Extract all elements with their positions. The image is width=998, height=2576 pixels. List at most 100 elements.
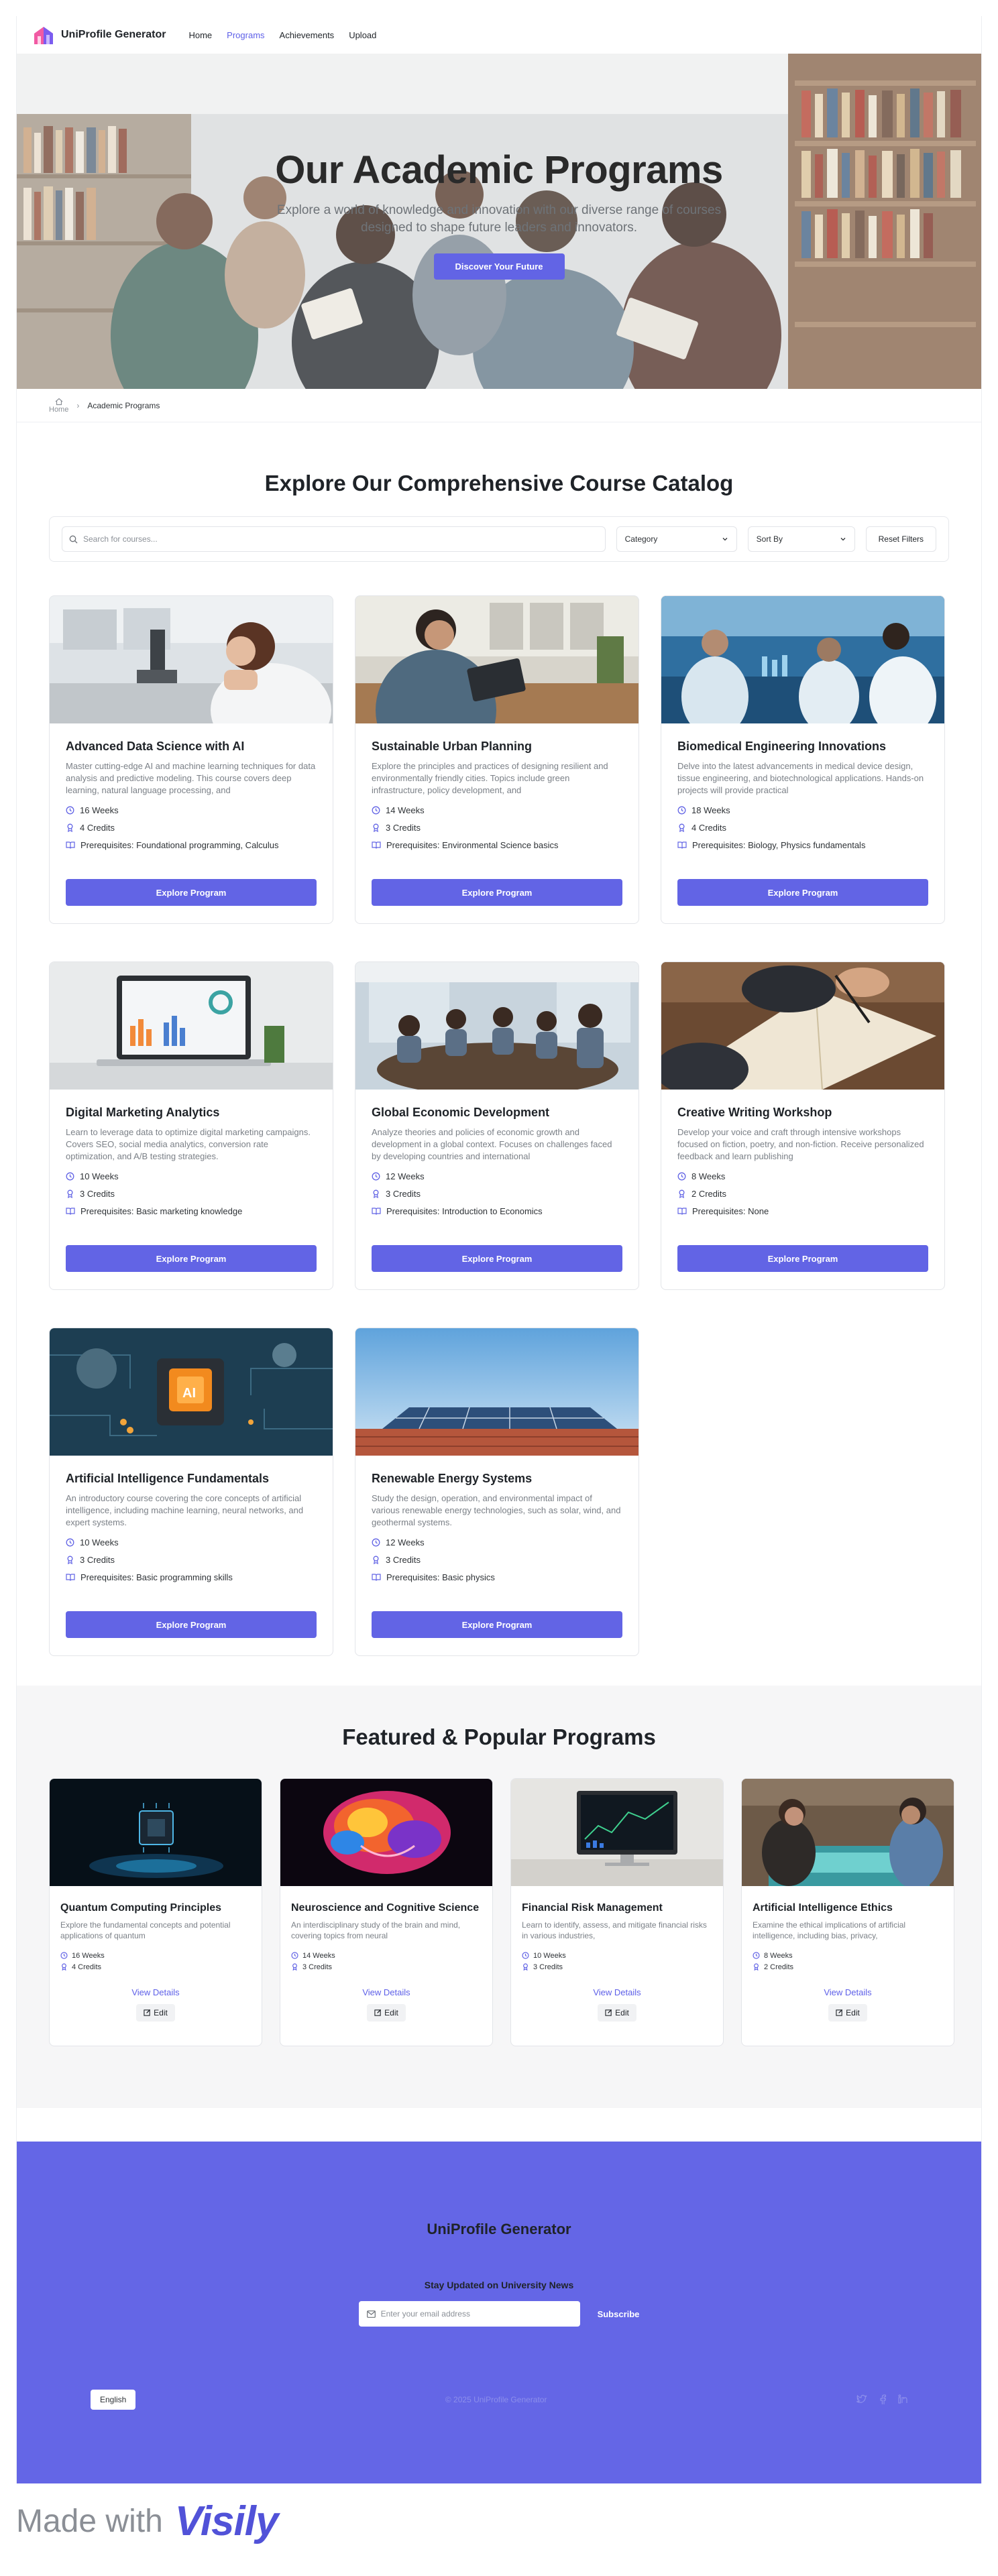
email-input[interactable]: Enter your email address	[358, 2301, 580, 2327]
category-select[interactable]: Category	[616, 526, 737, 552]
course-card: AI Artificial Intelligence Fundamentals …	[49, 1328, 333, 1656]
clock-icon	[522, 1952, 529, 1959]
nav-link-upload[interactable]: Upload	[349, 30, 376, 40]
view-details-link[interactable]: View Details	[60, 1987, 251, 1997]
course-prereq-row: Prerequisites: None	[677, 1206, 928, 1216]
course-credits: 3 Credits	[80, 1189, 115, 1199]
featured-program-description: Explore the fundamental concepts and pot…	[60, 1920, 231, 1941]
explore-program-button[interactable]: Explore Program	[372, 1245, 622, 1272]
featured-card: Quantum Computing Principles Explore the…	[49, 1778, 262, 2046]
course-prereq: Prerequisites: Basic marketing knowledge	[80, 1206, 243, 1216]
card-body: Digital Marketing Analytics Learn to lev…	[50, 1090, 333, 1216]
edit-button[interactable]: Edit	[598, 2003, 636, 2022]
course-prereq: Prerequisites: Basic physics	[386, 1572, 495, 1582]
card-body: Creative Writing Workshop Develop your v…	[661, 1090, 944, 1216]
book-icon	[677, 1208, 687, 1215]
course-prereq-row: Prerequisites: Basic programming skills	[66, 1572, 317, 1582]
search-input[interactable]: Search for courses...	[62, 526, 606, 552]
award-icon	[523, 1963, 528, 1971]
home-icon	[55, 398, 63, 405]
view-details-link[interactable]: View Details	[522, 1987, 712, 1997]
explore-program-button[interactable]: Explore Program	[66, 1245, 317, 1272]
nav-links: Home Programs Achievements Upload	[188, 30, 376, 40]
course-description: Develop your voice and craft through int…	[677, 1127, 924, 1162]
award-icon	[373, 1189, 379, 1198]
course-card: Creative Writing Workshop Develop your v…	[661, 961, 945, 1290]
course-image	[50, 962, 333, 1090]
discover-button[interactable]: Discover Your Future	[433, 253, 565, 280]
lab-scientist-image	[50, 596, 333, 723]
featured-credits-row: 4 Credits	[60, 1963, 251, 1971]
edit-button[interactable]: Edit	[367, 2003, 406, 2022]
chevron-down-icon	[840, 538, 846, 541]
course-duration: 16 Weeks	[66, 805, 317, 815]
card-body: Renewable Energy Systems Study the desig…	[355, 1456, 639, 1582]
course-prereq-row: Prerequisites: Environmental Science bas…	[372, 840, 622, 850]
course-prereq: Prerequisites: Environmental Science bas…	[386, 840, 559, 850]
course-title: Renewable Energy Systems	[372, 1472, 533, 1485]
logo[interactable]: UniProfile Generator	[33, 24, 166, 46]
featured-body: Artificial Intelligence Ethics Examine t…	[742, 1886, 954, 2022]
course-credits-row: 3 Credits	[372, 1189, 622, 1199]
subscribe-button[interactable]: Subscribe	[598, 2309, 640, 2319]
course-description: Master cutting-edge AI and machine learn…	[66, 761, 316, 796]
language-selector[interactable]: English	[91, 2390, 136, 2410]
featured-weeks: 10 Weeks	[533, 1951, 566, 1960]
hero-title: Our Academic Programs	[275, 148, 723, 192]
glowing-brain-image	[280, 1779, 492, 1886]
course-title: Artificial Intelligence Fundamentals	[66, 1472, 270, 1485]
course-prereq: Prerequisites: None	[692, 1206, 769, 1216]
clock-icon	[60, 1952, 68, 1959]
course-credits: 3 Credits	[80, 1555, 115, 1565]
featured-duration: 8 Weeks	[753, 1952, 943, 1960]
course-credits: 3 Credits	[386, 823, 421, 833]
laptop-dashboard-image	[50, 962, 333, 1090]
clock-icon	[372, 1172, 380, 1181]
featured-weeks: 14 Weeks	[302, 1951, 335, 1960]
nav-link-programs[interactable]: Programs	[227, 30, 264, 40]
featured-body: Quantum Computing Principles Explore the…	[50, 1886, 262, 2022]
course-credits: 3 Credits	[386, 1555, 421, 1565]
linkedin-icon[interactable]	[898, 2394, 907, 2404]
explore-program-button[interactable]: Explore Program	[372, 1611, 622, 1638]
edit-label: Edit	[384, 2007, 398, 2017]
featured-image	[280, 1779, 492, 1886]
made-with-badge[interactable]: Made with Visily	[16, 2494, 278, 2548]
explore-program-button[interactable]: Explore Program	[66, 1611, 317, 1638]
course-prereq: Prerequisites: Biology, Physics fundamen…	[692, 840, 866, 850]
course-card: Global Economic Development Analyze theo…	[355, 961, 639, 1290]
featured-section: Featured & Popular Programs Quantum Comp…	[17, 1686, 981, 2108]
course-duration: 8 Weeks	[677, 1171, 928, 1181]
breadcrumb-home[interactable]: Home	[49, 398, 68, 414]
reset-filters-button[interactable]: Reset Filters	[865, 526, 936, 552]
student-tablet-image	[355, 596, 639, 723]
two-people-discussing-image	[742, 1779, 954, 1886]
view-details-link[interactable]: View Details	[291, 1987, 482, 1997]
book-icon	[66, 1208, 75, 1215]
explore-program-button[interactable]: Explore Program	[66, 879, 317, 906]
view-details-link[interactable]: View Details	[753, 1987, 943, 1997]
explore-program-button[interactable]: Explore Program	[677, 879, 928, 906]
card-body: Sustainable Urban Planning Explore the p…	[355, 723, 639, 850]
explore-program-button[interactable]: Explore Program	[372, 879, 622, 906]
copyright-text: © 2025 UniProfile Generator	[445, 2395, 547, 2404]
edit-button[interactable]: Edit	[136, 2003, 175, 2022]
course-description: Delve into the latest advancements in me…	[677, 761, 924, 796]
clock-icon	[66, 1538, 74, 1547]
edit-button[interactable]: Edit	[828, 2003, 867, 2022]
facebook-icon[interactable]	[879, 2394, 886, 2405]
nav-link-home[interactable]: Home	[188, 30, 212, 40]
twitter-icon[interactable]	[856, 2394, 867, 2404]
featured-credits: 2 Credits	[764, 1963, 794, 1971]
sort-select[interactable]: Sort By	[747, 526, 855, 552]
featured-weeks: 8 Weeks	[764, 1951, 793, 1960]
chevron-right-icon: ›	[76, 400, 80, 410]
course-description: Study the design, operation, and environ…	[372, 1493, 621, 1528]
hero-subtitle: Explore a world of knowledge and innovat…	[276, 203, 722, 235]
course-title: Creative Writing Workshop	[677, 1106, 832, 1119]
course-prereq-row: Prerequisites: Basic marketing knowledge	[66, 1206, 317, 1216]
hero-banner: Our Academic Programs Explore a world of…	[17, 54, 981, 389]
explore-program-button[interactable]: Explore Program	[677, 1245, 928, 1272]
clock-icon	[372, 806, 380, 815]
nav-link-achievements[interactable]: Achievements	[280, 30, 335, 40]
